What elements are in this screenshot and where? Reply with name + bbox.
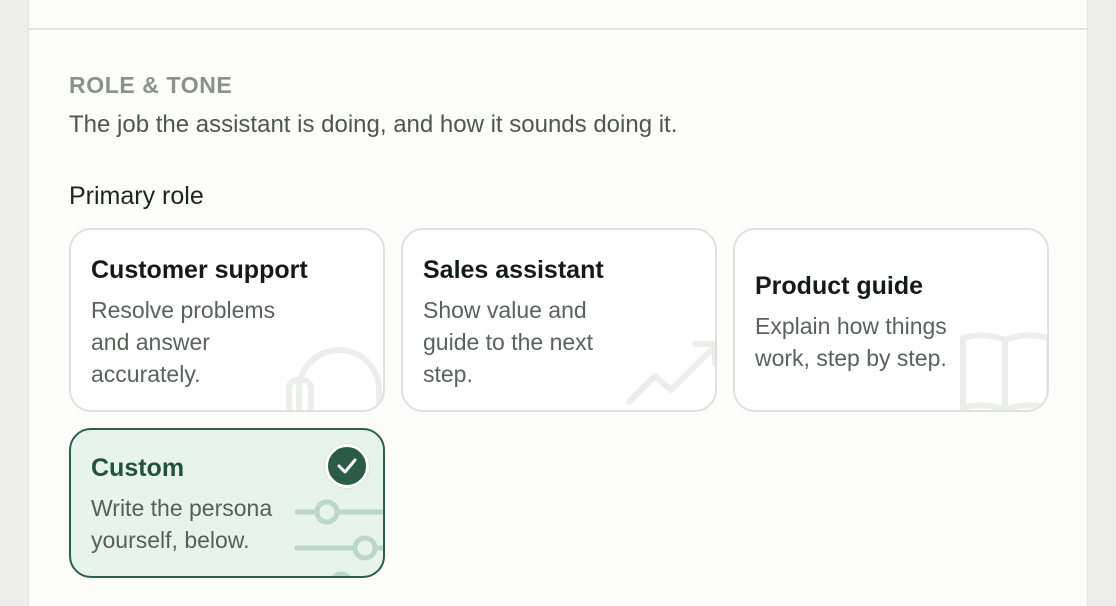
headset-icon: [286, 347, 382, 410]
description-line: Show value and: [423, 297, 587, 323]
role-option-title: Custom: [91, 454, 185, 482]
description-line: Resolve problems: [91, 297, 276, 323]
description-line: Write the persona: [91, 495, 273, 521]
settings-panel: ROLE & TONE The job the assistant is doi…: [28, 0, 1088, 606]
section-description: The job the assistant is doing, and how …: [69, 111, 678, 138]
primary-role-label: Primary role: [69, 182, 204, 210]
role-option-description: Show value and guide to the next step.: [423, 294, 593, 390]
role-option-description: Write the persona yourself, below.: [91, 492, 272, 556]
role-option-description: Resolve problems and answer accurately.: [91, 294, 275, 390]
description-line: and answer: [91, 329, 210, 355]
description-line: yourself, below.: [91, 527, 250, 553]
description-line: step.: [423, 361, 473, 387]
description-line: Explain how things: [755, 313, 947, 339]
selected-check-icon: [325, 444, 369, 488]
role-option-custom[interactable]: Custom Write the persona yourself, below…: [69, 428, 385, 578]
role-option-title: Sales assistant: [423, 256, 604, 284]
section-divider: [29, 28, 1087, 30]
trend-up-icon: [626, 341, 715, 405]
role-option-sales-assistant[interactable]: Sales assistant Show value and guide to …: [401, 228, 717, 412]
description-line: guide to the next: [423, 329, 594, 355]
role-option-product-guide[interactable]: Product guide Explain how things work, s…: [733, 228, 1049, 412]
description-line: accurately.: [91, 361, 201, 387]
role-option-title: Customer support: [91, 256, 308, 284]
role-option-title: Product guide: [755, 272, 924, 300]
description-line: work, step by step.: [755, 345, 947, 371]
role-option-description: Explain how things work, step by step.: [755, 310, 947, 374]
role-option-customer-support[interactable]: Customer support Resolve problems and an…: [69, 228, 385, 412]
book-icon: [960, 332, 1047, 410]
sliders-icon: [294, 499, 383, 576]
section-label: ROLE & TONE: [69, 72, 233, 98]
